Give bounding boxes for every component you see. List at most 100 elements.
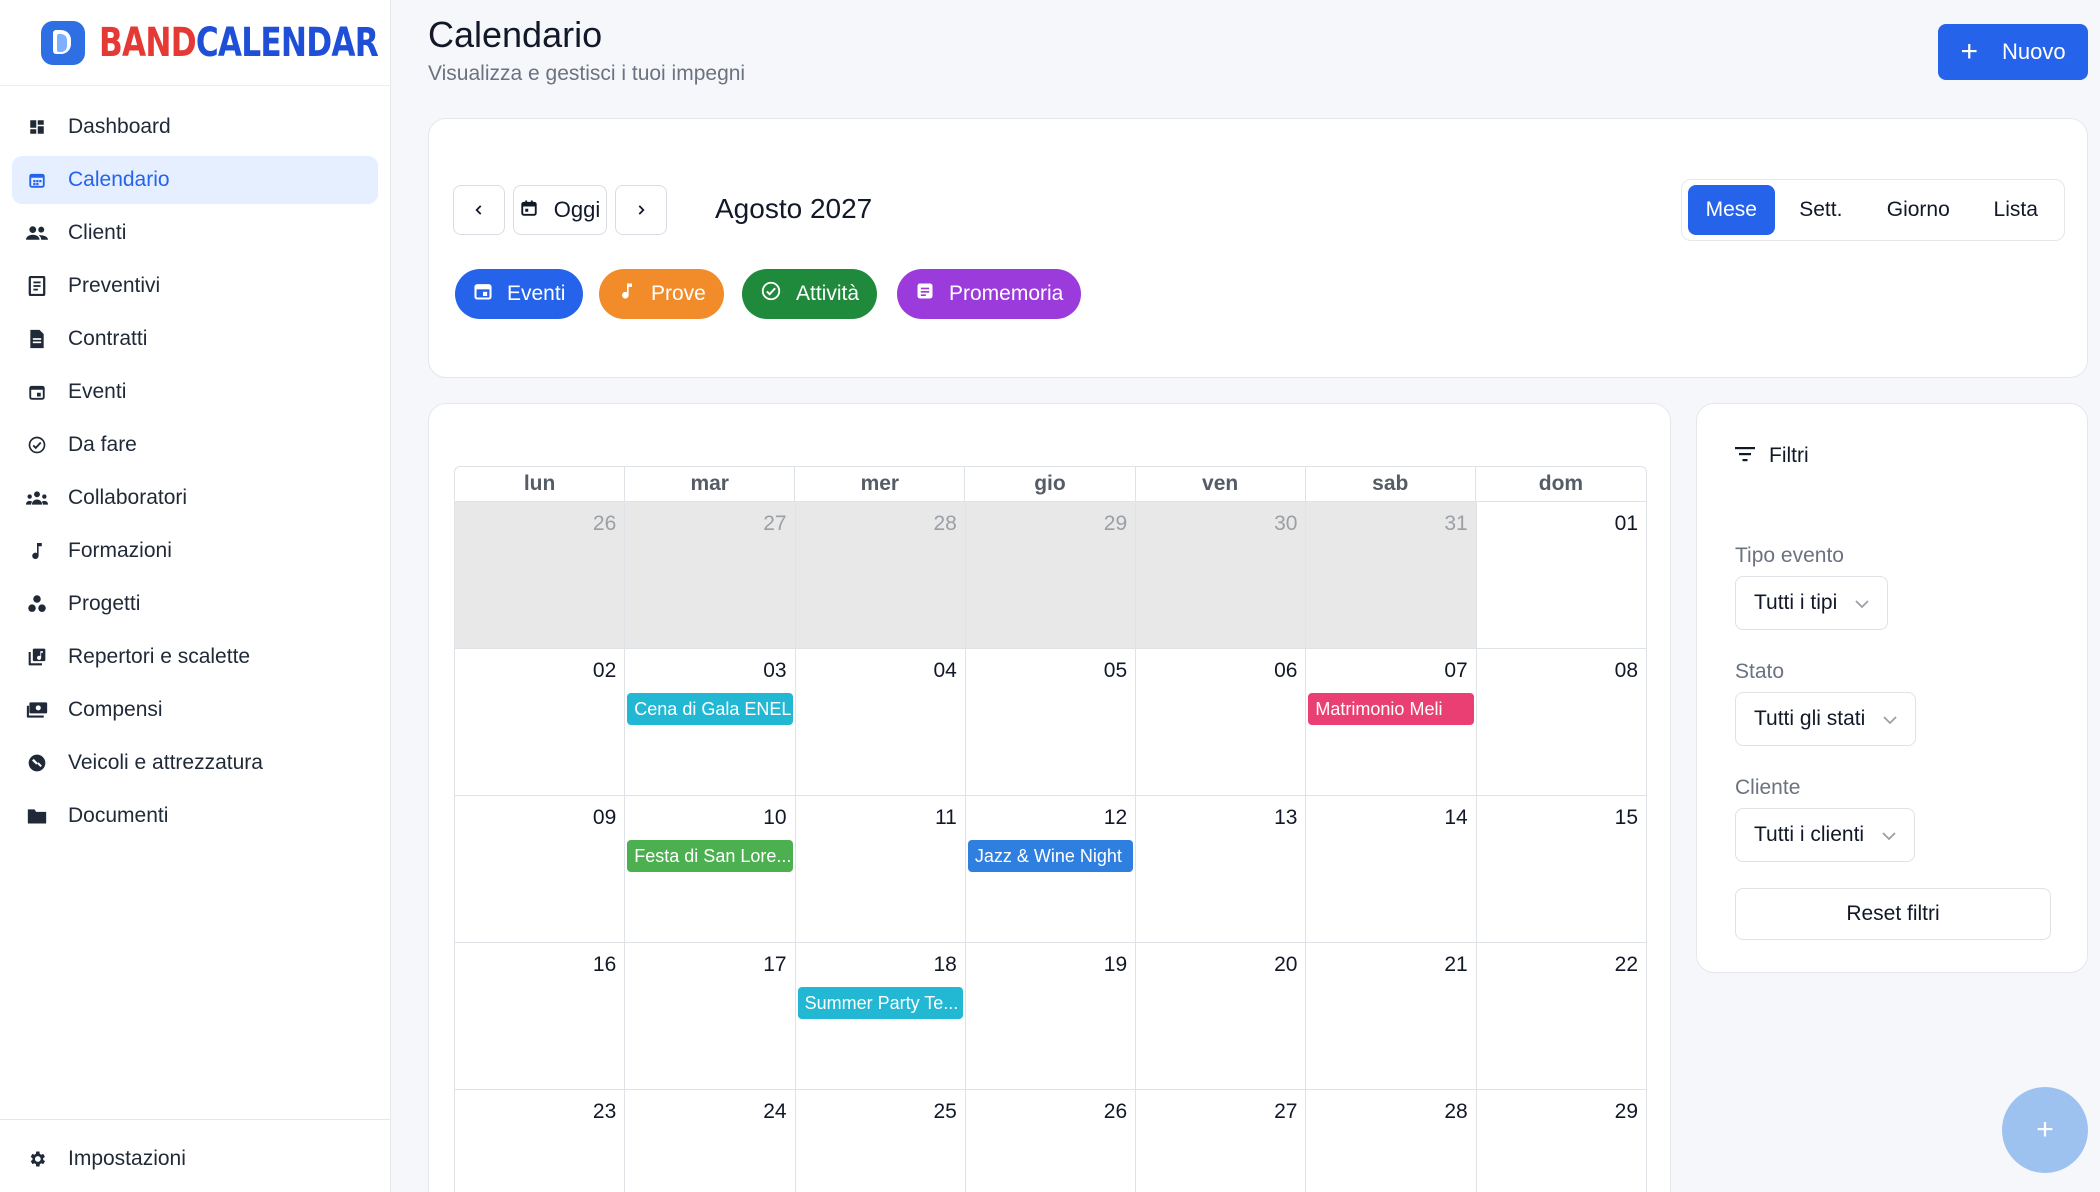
calendar-day-cell[interactable]: 23 <box>455 1090 626 1192</box>
sidebar-item-preventivi[interactable]: Preventivi <box>12 262 378 310</box>
weekday-header: lun mar mer gio ven sab dom <box>454 466 1647 502</box>
filter-pill-prove[interactable]: Prove <box>599 269 724 319</box>
client-select[interactable]: Tutti i clienti <box>1735 808 1916 862</box>
sidebar-item-label: Progetti <box>68 592 141 615</box>
calendar-event[interactable]: Matrimonio Meli <box>1308 693 1474 725</box>
brand-logo-icon <box>41 20 85 65</box>
floating-add-button[interactable]: + <box>2002 1087 2088 1173</box>
status-label: Stato <box>1735 660 1785 683</box>
sidebar-item-eventi[interactable]: Eventi <box>12 368 378 416</box>
sidebar-item-calendario[interactable]: Calendario <box>12 156 378 204</box>
today-button[interactable]: Oggi <box>513 185 607 235</box>
calendar-day-cell[interactable]: 17 <box>625 943 796 1089</box>
prev-month-button[interactable] <box>453 185 505 235</box>
calendar-day-cell[interactable]: 29 <box>1477 1090 1647 1192</box>
next-month-button[interactable] <box>615 185 667 235</box>
calendar-day-cell[interactable]: 12 Jazz & Wine Night <box>966 796 1137 942</box>
calendar-day-cell[interactable]: 07 Matrimonio Meli <box>1306 649 1477 795</box>
view-month-button[interactable]: Mese <box>1688 185 1775 235</box>
weekday-label: gio <box>965 467 1136 501</box>
calendar-event[interactable]: Festa di San Lore... <box>627 840 793 872</box>
reset-filters-button[interactable]: Reset filtri <box>1735 888 2051 940</box>
calendar-day-cell[interactable]: 09 <box>455 796 626 942</box>
sidebar-item-formazioni[interactable]: Formazioni <box>12 527 378 575</box>
view-list-button[interactable]: Lista <box>1973 185 2058 235</box>
calendar-day-cell[interactable]: 11 <box>796 796 966 942</box>
calendar-toolbar: Oggi Agosto 2027 Mese Sett. Giorno Lista… <box>428 118 2088 378</box>
today-label: Oggi <box>553 197 601 222</box>
view-switcher: Mese Sett. Giorno Lista <box>1681 179 2065 241</box>
calendar-day-cell[interactable]: 27 <box>1136 1090 1307 1192</box>
sidebar-item-veicoli-e-attrezzatura[interactable]: Veicoli e attrezzatura <box>12 739 378 787</box>
calendar-day-cell[interactable]: 22 <box>1477 943 1647 1089</box>
calendar-day-cell[interactable]: 20 <box>1136 943 1307 1089</box>
calendar-day-cell[interactable]: 04 <box>796 649 966 795</box>
calendar-day-cell[interactable]: 29 <box>965 502 1137 648</box>
calendar-day-cell[interactable]: 03 Cena di Gala ENEL <box>625 649 796 795</box>
calendar-event[interactable]: Cena di Gala ENEL <box>627 693 793 725</box>
weekday-label: mer <box>795 467 966 501</box>
calendar-event[interactable]: Summer Party Te... <box>797 987 963 1019</box>
calendar-day-cell[interactable]: 06 <box>1136 649 1307 795</box>
new-button[interactable]: + Nuovo <box>1938 24 2088 80</box>
sidebar-item-compensi[interactable]: Compensi <box>12 686 378 734</box>
calendar-day-cell[interactable]: 05 <box>966 649 1137 795</box>
calendar-day-cell[interactable]: 19 <box>966 943 1137 1089</box>
view-day-button[interactable]: Giorno <box>1867 185 1969 235</box>
calendar-day-cell[interactable]: 28 <box>795 502 966 648</box>
view-week-button[interactable]: Sett. <box>1779 185 1864 235</box>
calendar-day-cell[interactable]: 24 <box>625 1090 796 1192</box>
page-subtitle: Visualizza e gestisci i tuoi impegni <box>428 62 746 85</box>
calendar-day-cell[interactable]: 10 Festa di San Lore... <box>625 796 796 942</box>
event-type-select[interactable]: Tutti i tipi <box>1735 576 1889 630</box>
calendar-day-cell[interactable]: 30 <box>1136 502 1307 648</box>
filters-panel: Filtri Tipo evento Tutti i tipi Stato Tu… <box>1696 403 2088 973</box>
day-number: 11 <box>935 806 957 829</box>
calendar-event[interactable]: Jazz & Wine Night <box>967 840 1134 872</box>
chevron-right-icon <box>634 197 648 223</box>
calendar-day-cell[interactable]: 28 <box>1306 1090 1477 1192</box>
brand-name-part2: CALENDAR <box>195 19 379 66</box>
calendar-day-cell[interactable]: 13 <box>1136 796 1307 942</box>
calendar-week-row: 23 24 25 26 27 28 29 <box>454 1090 1647 1192</box>
brand[interactable]: BANDCALENDAR <box>0 0 390 86</box>
calendar-day-cell[interactable]: 08 <box>1477 649 1647 795</box>
sidebar-item-repertori-e-scalette[interactable]: Repertori e scalette <box>12 633 378 681</box>
sidebar-item-collaboratori[interactable]: Collaboratori <box>12 474 378 522</box>
sidebar-item-clienti[interactable]: Clienti <box>12 209 378 257</box>
calendar-day-cell[interactable]: 25 <box>796 1090 966 1192</box>
calendar-day-cell[interactable]: 15 <box>1477 796 1647 942</box>
filter-pill-promemoria[interactable]: Promemoria <box>897 269 1082 319</box>
calendar-day-cell[interactable]: 31 <box>1306 502 1477 648</box>
filter-pill-attivita[interactable]: Attività <box>742 269 878 319</box>
day-number: 03 <box>763 659 787 682</box>
calendar-day-cell[interactable]: 26 <box>966 1090 1137 1192</box>
calendar-day-cell[interactable]: 01 <box>1477 502 1647 648</box>
sidebar-item-impostazioni[interactable]: Impostazioni <box>12 1135 378 1183</box>
calendar-day-cell[interactable]: 16 <box>455 943 626 1089</box>
gear-icon <box>26 1148 48 1170</box>
calendar-day-cell[interactable]: 14 <box>1306 796 1477 942</box>
calendar-day-cell[interactable]: 26 <box>455 502 626 648</box>
day-number: 09 <box>592 806 617 829</box>
sidebar-item-documenti[interactable]: Documenti <box>12 792 378 840</box>
sidebar-item-contratti[interactable]: Contratti <box>12 315 378 363</box>
sidebar-item-da-fare[interactable]: Da fare <box>12 421 378 469</box>
calendar-day-cell[interactable]: 18 Summer Party Te... <box>796 943 966 1089</box>
sidebar-item-progetti[interactable]: Progetti <box>12 580 378 628</box>
sidebar-item-dashboard[interactable]: Dashboard <box>12 103 378 151</box>
day-number: 15 <box>1614 806 1638 829</box>
weekday-label: mar <box>625 467 796 501</box>
day-number: 20 <box>1274 953 1298 976</box>
filter-pill-eventi[interactable]: Eventi <box>455 269 584 319</box>
calendar-day-cell[interactable]: 27 <box>625 502 796 648</box>
calendar-day-cell[interactable]: 02 <box>455 649 626 795</box>
day-number: 16 <box>592 953 617 976</box>
filters-title: Filtri <box>1735 444 1809 468</box>
check-circle-icon <box>760 280 782 308</box>
calendar-day-cell[interactable]: 21 <box>1306 943 1477 1089</box>
sidebar-item-label: Documenti <box>68 804 169 827</box>
status-select[interactable]: Tutti gli stati <box>1735 692 1917 746</box>
music-note-icon <box>26 540 48 562</box>
chevron-left-icon <box>472 197 486 223</box>
